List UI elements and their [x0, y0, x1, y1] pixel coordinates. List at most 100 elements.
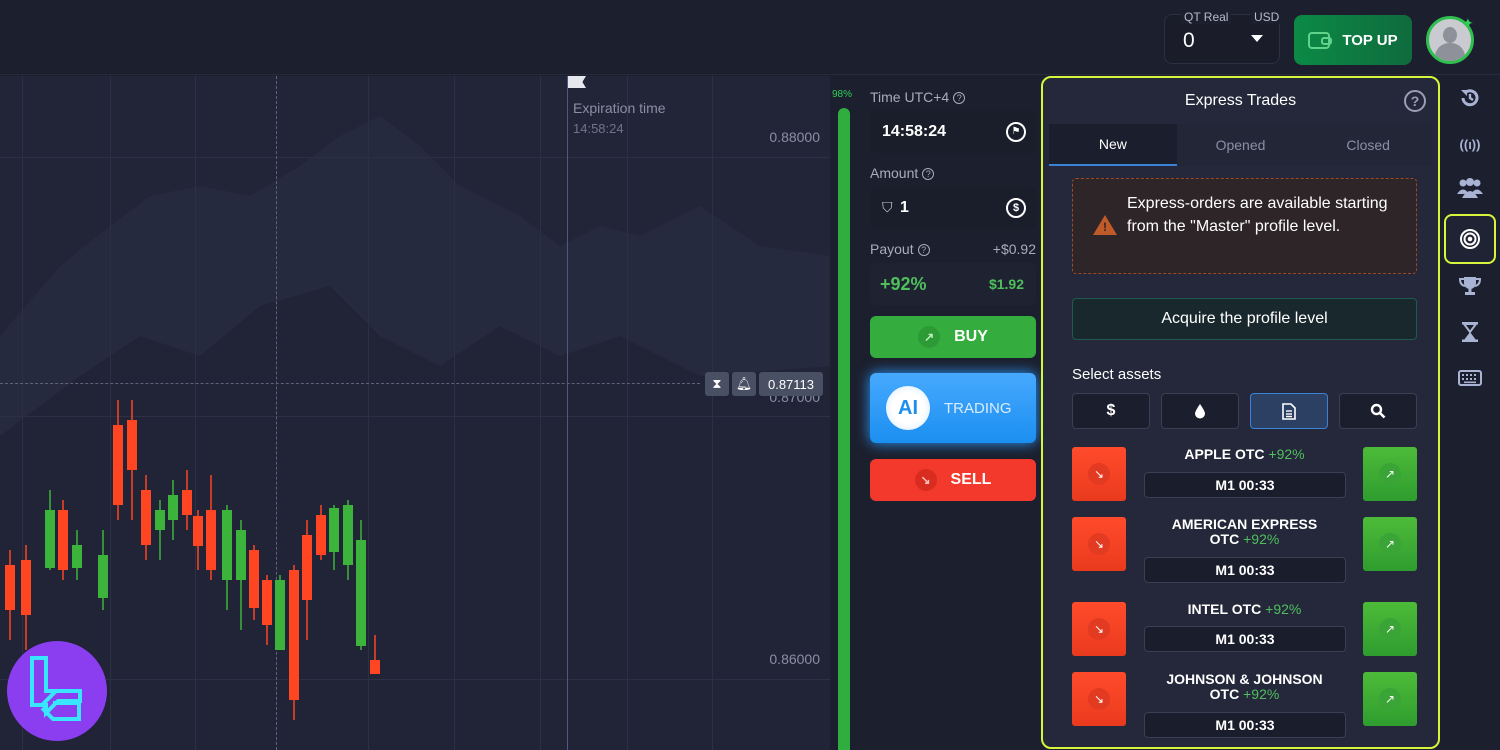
- sparkle-icon: ✦: [1462, 15, 1474, 31]
- help-icon[interactable]: ?: [917, 244, 930, 256]
- buy-asset-button[interactable]: ↗: [1363, 447, 1417, 501]
- shield-icon: ⛉: [882, 199, 893, 215]
- candle-body: [127, 420, 137, 470]
- top-up-button[interactable]: TOP UP: [1294, 15, 1412, 65]
- ai-trading-button[interactable]: AI TRADING: [870, 373, 1036, 443]
- hourglass-icon[interactable]: ⧗: [705, 372, 729, 396]
- current-price-tag: ⧗ 🔔︎ 0.87113: [705, 372, 823, 396]
- asset-timeframe[interactable]: M1 00:33: [1144, 472, 1346, 498]
- candle-body: [356, 540, 366, 646]
- asset-timeframe[interactable]: M1 00:33: [1144, 712, 1346, 738]
- arrow-down-right-icon: ↘: [1088, 463, 1110, 485]
- candle-body: [289, 570, 299, 700]
- trophy-icon[interactable]: [1444, 264, 1496, 308]
- candle-body: [193, 516, 203, 546]
- sell-label: SELL: [950, 471, 992, 488]
- warning-text: Express-orders are available starting fr…: [1127, 195, 1388, 235]
- account-balance: 0: [1183, 29, 1195, 52]
- arrow-up-right-icon: ↗: [918, 326, 941, 348]
- hourglass-icon[interactable]: [1444, 310, 1496, 354]
- express-tabs: New Opened Closed: [1049, 124, 1432, 166]
- price-chart[interactable]: 0.88000 0.87000 0.86000 Expiration time …: [0, 76, 830, 750]
- dollar-icon[interactable]: $: [1072, 393, 1150, 429]
- search-icon[interactable]: [1339, 393, 1417, 429]
- asset-row: ↘ APPLE OTC +92% M1 00:33 ↗: [1072, 447, 1417, 501]
- candle-body: [182, 490, 192, 515]
- document-icon[interactable]: [1250, 393, 1328, 429]
- payout-field: +92% $1.92: [870, 263, 1036, 305]
- candle-body: [275, 580, 285, 650]
- candle-body: [21, 560, 31, 615]
- keyboard-icon[interactable]: [1444, 356, 1496, 400]
- social-icon[interactable]: [1444, 166, 1496, 210]
- candle-body: [168, 495, 178, 520]
- candle-body: [206, 510, 216, 570]
- drop-icon[interactable]: [1161, 393, 1239, 429]
- asset-row: ↘ JOHNSON & JOHNSON OTC +92% M1 00:33 ↗: [1072, 672, 1417, 740]
- time-value: 14:58:24: [882, 123, 947, 140]
- history-icon[interactable]: [1444, 76, 1496, 120]
- warning-banner: ! Express-orders are available starting …: [1072, 178, 1417, 274]
- amount-field[interactable]: ⛉ 1 $: [870, 187, 1036, 229]
- time-label: Time UTC+4: [870, 89, 950, 105]
- asset-name: JOHNSON & JOHNSON OTC +92%: [1166, 671, 1323, 702]
- candle-body: [141, 490, 151, 545]
- tab-closed[interactable]: Closed: [1304, 124, 1432, 166]
- account-selector[interactable]: QT Real USD 0: [1164, 10, 1283, 64]
- asset-timeframe[interactable]: M1 00:33: [1144, 626, 1346, 652]
- sell-asset-button[interactable]: ↘: [1072, 672, 1126, 726]
- payout-label-row: Payout?: [870, 241, 930, 257]
- arrow-up-right-icon: ↗: [1379, 688, 1401, 710]
- candles-layer: [5, 400, 380, 720]
- ai-trading-label: TRADING: [944, 399, 1012, 417]
- sell-asset-button[interactable]: ↘: [1072, 517, 1126, 571]
- sell-asset-button[interactable]: ↘: [1072, 447, 1126, 501]
- amount-value: 1: [900, 199, 909, 216]
- asset-row: ↘ INTEL OTC +92% M1 00:33 ↗: [1072, 602, 1417, 656]
- candle-body: [329, 508, 339, 552]
- asset-timeframe[interactable]: M1 00:33: [1144, 557, 1346, 583]
- bell-icon[interactable]: 🔔︎: [732, 372, 756, 396]
- sell-asset-button[interactable]: ↘: [1072, 602, 1126, 656]
- dollar-icon[interactable]: $: [1006, 198, 1026, 218]
- acquire-profile-button[interactable]: Acquire the profile level: [1072, 298, 1417, 340]
- buy-button[interactable]: ↗ BUY: [870, 316, 1036, 358]
- asset-name: INTEL OTC +92%: [1187, 601, 1302, 617]
- help-icon[interactable]: ?: [953, 92, 966, 104]
- account-currency: USD: [1251, 10, 1283, 24]
- buy-asset-button[interactable]: ↗: [1363, 602, 1417, 656]
- arrow-up-right-icon: ↗: [1379, 533, 1401, 555]
- candle-body: [236, 530, 246, 580]
- payout-profit: +$0.92: [992, 241, 1036, 257]
- express-trades-panel: Express Trades ? New Opened Closed ! Exp…: [1041, 76, 1440, 749]
- right-rail: ((ı)): [1444, 76, 1500, 750]
- tab-opened[interactable]: Opened: [1177, 124, 1305, 166]
- signals-icon[interactable]: ((ı)): [1444, 122, 1496, 166]
- current-price-value: 0.87113: [759, 372, 823, 396]
- wallet-icon: [1308, 32, 1333, 49]
- time-label-row: Time UTC+4?: [870, 89, 966, 105]
- amount-label-row: Amount?: [870, 165, 935, 181]
- select-assets-label: Select assets: [1072, 366, 1162, 383]
- ai-badge: AI: [886, 386, 930, 430]
- progress-label: 98%: [832, 89, 853, 100]
- flag-icon[interactable]: ⚑: [1006, 122, 1026, 142]
- help-icon[interactable]: ?: [1404, 90, 1426, 112]
- express-title: Express Trades: [1184, 92, 1297, 109]
- express-trades-icon[interactable]: [1444, 214, 1496, 264]
- tab-new[interactable]: New: [1049, 124, 1177, 166]
- time-field[interactable]: 14:58:24 ⚑: [870, 111, 1036, 153]
- logo-icon: [30, 656, 82, 721]
- help-icon[interactable]: ?: [922, 168, 935, 180]
- buy-asset-button[interactable]: ↗: [1363, 517, 1417, 571]
- candle-body: [5, 565, 15, 610]
- candle-body: [343, 505, 353, 565]
- top-bar: QT Real USD 0 TOP UP ✦: [0, 0, 1500, 75]
- payout-percent: +92%: [880, 274, 927, 294]
- buy-asset-button[interactable]: ↗: [1363, 672, 1417, 726]
- candle-body: [316, 515, 326, 555]
- sell-button[interactable]: ↘ SELL: [870, 459, 1036, 501]
- payout-label: Payout: [870, 241, 914, 257]
- payout-total: $1.92: [988, 276, 1024, 292]
- buy-label: BUY: [954, 328, 988, 345]
